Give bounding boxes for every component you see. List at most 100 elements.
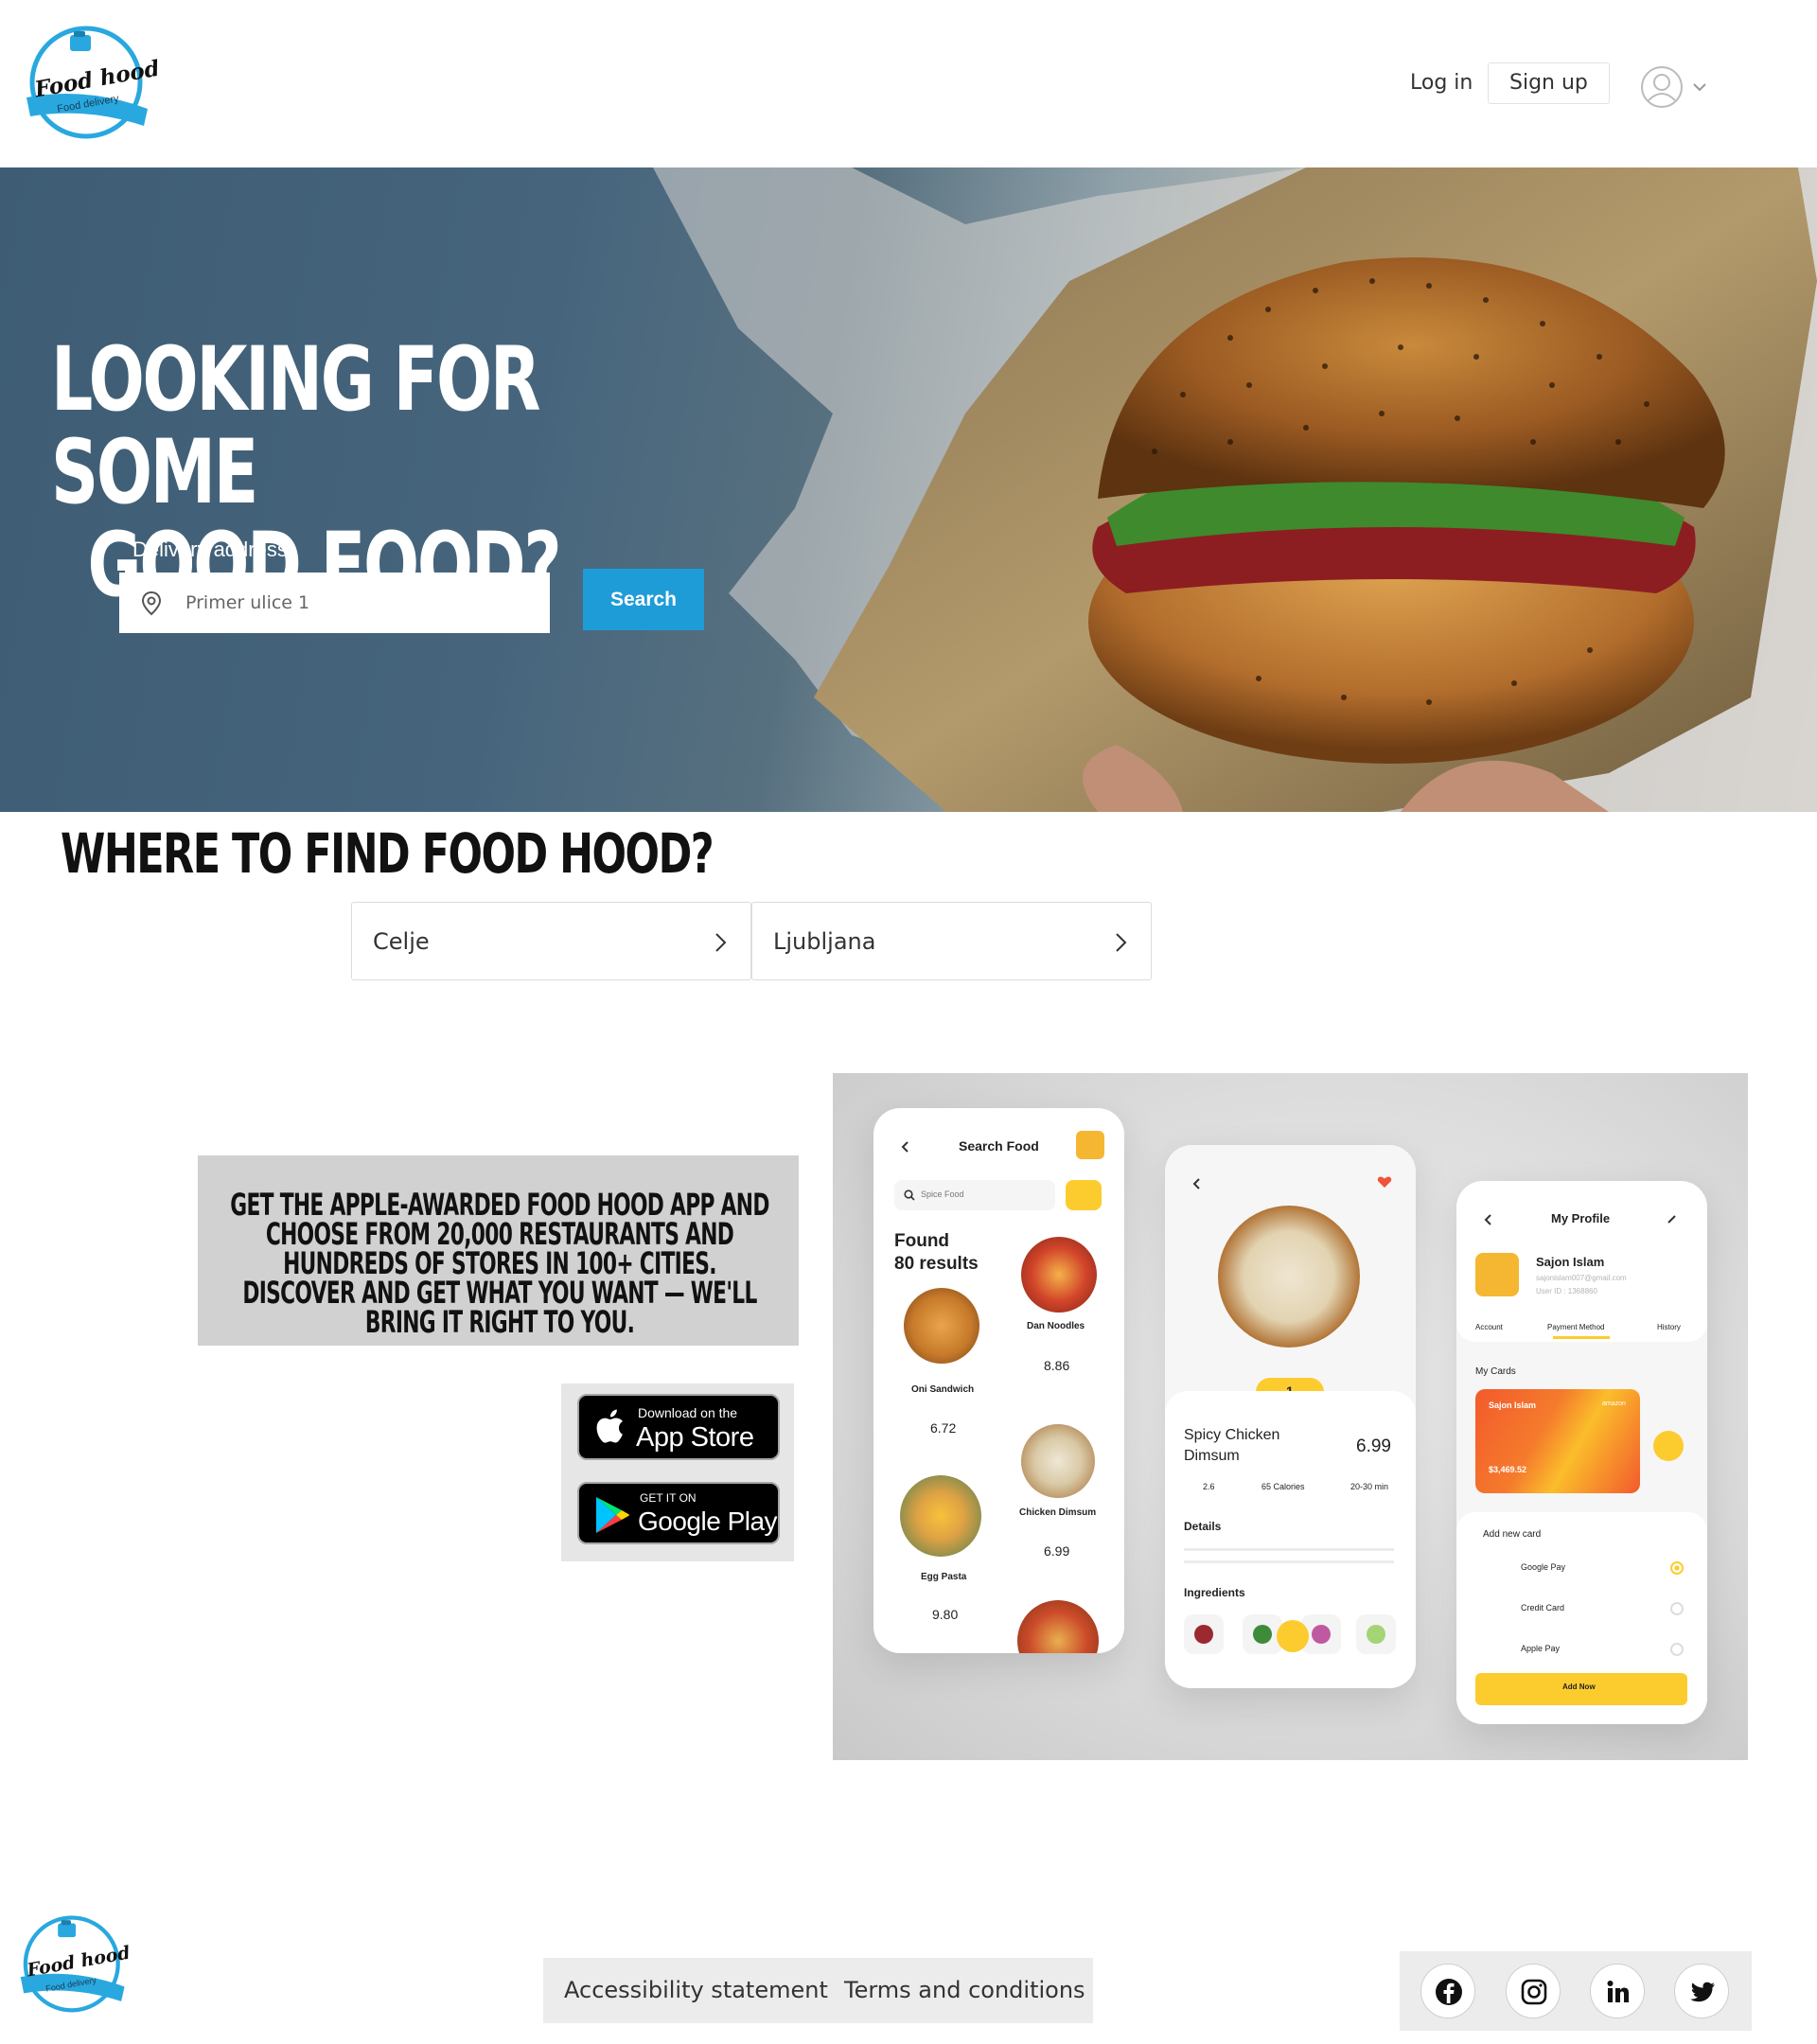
heart-icon (1377, 1176, 1392, 1188)
dish-detail-screen: 1 Spicy Chicken Dimsum 6.99 2.6 65 Calor… (1165, 1145, 1416, 1688)
profile-name: Sajon Islam (1536, 1255, 1605, 1269)
search-screen-title: Search Food (959, 1138, 1039, 1154)
method-apple-pay: Apple Pay (1521, 1644, 1561, 1653)
profile-email: sajonislam007@gmail.com (1536, 1274, 1627, 1282)
hero-title-line-1: Looking for some (51, 328, 540, 524)
instagram-link[interactable] (1506, 1964, 1561, 2018)
footer-links: Accessibility statement Terms and condit… (543, 1958, 1093, 2023)
map-pin-icon (141, 590, 162, 616)
details-text-placeholder (1184, 1542, 1394, 1567)
add-card-button (1653, 1431, 1684, 1461)
found-line-1: Found (894, 1231, 950, 1251)
twitter-link[interactable] (1674, 1964, 1729, 2018)
twitter-icon (1690, 1982, 1715, 2002)
terms-link[interactable]: Terms and conditions (844, 1958, 1085, 2023)
food-image (1021, 1424, 1095, 1498)
back-icon (1192, 1178, 1200, 1189)
address-input[interactable] (185, 573, 536, 633)
method-credit-card: Credit Card (1521, 1603, 1565, 1612)
app-screens-mockup: Search Food Spice Food Found 80 results … (833, 1073, 1748, 1760)
ingredient-item (1356, 1614, 1396, 1654)
filter-button (1066, 1180, 1102, 1210)
city-name: Celje (373, 928, 430, 955)
apple-icon (596, 1409, 623, 1443)
item-name: Chicken Dimsum (1019, 1507, 1097, 1518)
user-menu[interactable] (1639, 64, 1711, 108)
user-circle-icon (1641, 66, 1683, 108)
method-google-pay: Google Pay (1521, 1562, 1566, 1572)
dish-price: 6.99 (1356, 1436, 1391, 1456)
food-image (900, 1475, 981, 1557)
chevron-down-icon (1693, 83, 1706, 92)
back-icon (901, 1141, 908, 1153)
chevron-right-icon (715, 933, 727, 952)
edit-icon (1667, 1215, 1676, 1224)
item-name: Egg Pasta (921, 1572, 967, 1582)
tab-payment-method: Payment Method (1547, 1323, 1605, 1331)
profile-user-id: User ID : 1368860 (1536, 1287, 1597, 1295)
app-promo-box: Get the Apple-awarded Food Hood app and … (198, 1155, 799, 1346)
radio-selected (1670, 1561, 1684, 1575)
delivery-address-field[interactable] (119, 573, 550, 633)
avatar (1475, 1253, 1519, 1296)
add-new-card-heading: Add new card (1483, 1529, 1542, 1540)
details-heading: Details (1184, 1520, 1222, 1533)
signup-button[interactable]: Sign up (1488, 62, 1610, 104)
dish-time: 20-30 min (1350, 1482, 1389, 1491)
food-image (1021, 1237, 1097, 1313)
chevron-right-icon (1116, 933, 1127, 952)
radio (1670, 1602, 1684, 1615)
card-holder: Sajon Islam (1489, 1401, 1537, 1410)
app-store-badge[interactable]: Download on the App Store (577, 1394, 780, 1460)
accessibility-link[interactable]: Accessibility statement (564, 1958, 828, 2023)
my-cards-heading: My Cards (1475, 1366, 1516, 1377)
dish-calories: 65 Calories (1261, 1482, 1305, 1491)
search-bar (894, 1180, 1055, 1210)
add-ingredient-button (1277, 1620, 1309, 1652)
tab-account: Account (1475, 1323, 1503, 1331)
item-price: 6.99 (1044, 1543, 1070, 1559)
found-line-2: 80 results (894, 1254, 979, 1274)
linkedin-link[interactable] (1590, 1964, 1645, 2018)
profile-screen: My Profile Sajon Islam sajonislam007@gma… (1456, 1181, 1707, 1724)
city-card-ljubljana[interactable]: Ljubljana (751, 902, 1152, 980)
hero-title: Looking for some good food? (51, 334, 583, 612)
dimsum-image (1218, 1206, 1360, 1348)
search-button[interactable]: Search (583, 569, 704, 630)
back-icon (1484, 1214, 1491, 1225)
food-image (1017, 1600, 1099, 1653)
google-play-icon (596, 1497, 629, 1533)
hero-banner: Looking for some good food? Delivery add… (0, 167, 1817, 812)
item-price: 9.80 (932, 1607, 959, 1622)
google-play-badge[interactable]: GET IT ON Google Play (577, 1482, 780, 1544)
search-value: Spice Food (921, 1189, 964, 1199)
ingredient-item (1184, 1614, 1224, 1654)
app-promo-text: Get the Apple-awarded Food Hood app and … (230, 1187, 769, 1340)
city-card-celje[interactable]: Celje (351, 902, 751, 980)
item-name: Dan Noodles (1027, 1321, 1085, 1331)
dish-rating: 2.6 (1203, 1482, 1215, 1491)
site-header: Food hood Food delivery Log in Sign up (0, 0, 1817, 167)
card-brand: amazon (1602, 1401, 1626, 1407)
login-link[interactable]: Log in (1399, 62, 1484, 104)
item-name: Oni Sandwich (911, 1384, 975, 1395)
ingredients-heading: Ingredients (1184, 1586, 1245, 1599)
delivery-address-label: Delivery address (132, 537, 288, 561)
profile-title: My Profile (1551, 1211, 1611, 1225)
app-store-small-text: Download on the (638, 1405, 738, 1420)
search-icon (904, 1189, 915, 1201)
active-tab-indicator (1553, 1336, 1610, 1339)
city-name: Ljubljana (773, 928, 876, 955)
app-store-badges: Download on the App Store GET IT ON Goog… (561, 1383, 794, 1561)
item-price: 6.72 (930, 1420, 957, 1436)
tab-history: History (1657, 1323, 1681, 1331)
search-food-screen: Search Food Spice Food Found 80 results … (873, 1108, 1124, 1653)
dish-name-line-2: Dimsum (1184, 1448, 1240, 1464)
item-price: 8.86 (1044, 1358, 1070, 1373)
radio (1670, 1643, 1684, 1656)
card-amount: $3,469.52 (1489, 1465, 1527, 1474)
app-store-big-text: App Store (636, 1422, 754, 1453)
facebook-link[interactable] (1420, 1964, 1475, 2018)
dish-name-line-1: Spicy Chicken (1184, 1427, 1280, 1443)
instagram-icon (1521, 1979, 1547, 2005)
